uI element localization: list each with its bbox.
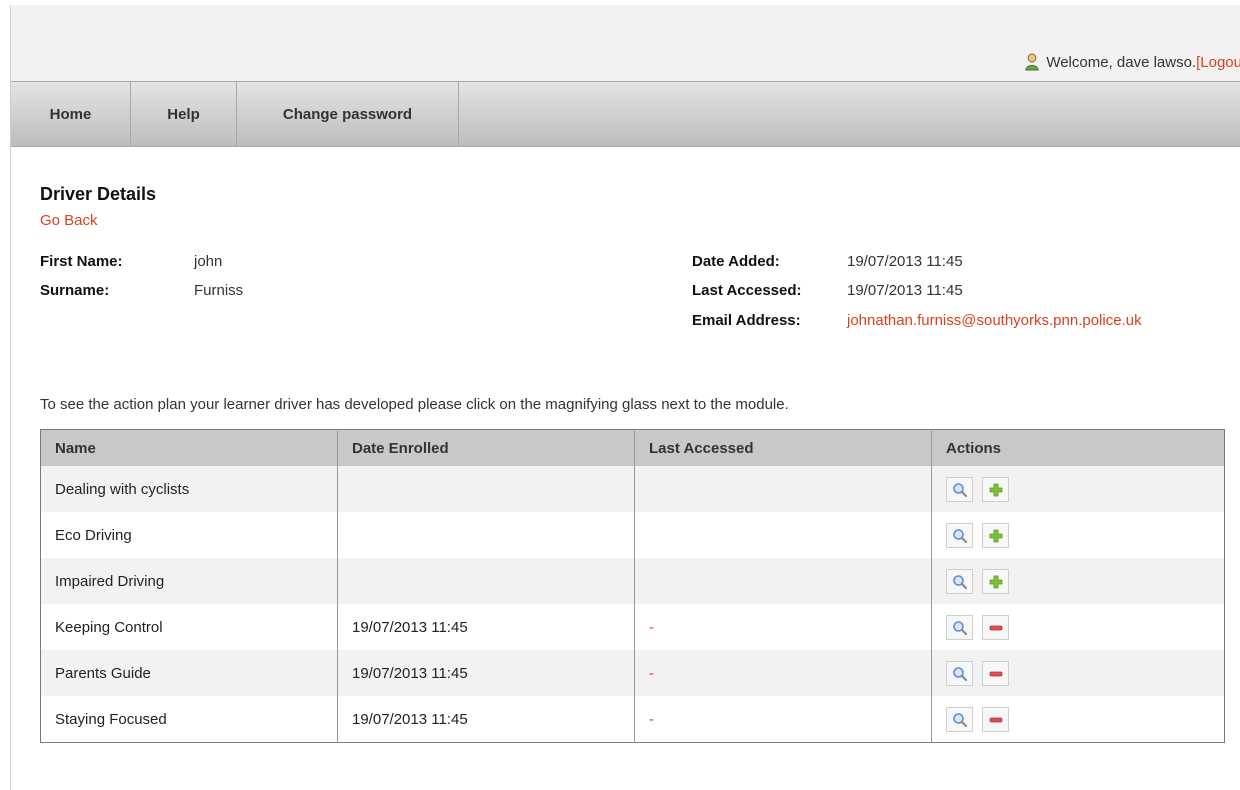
last-accessed-value-wrap: 19/07/2013 11:45 — [847, 282, 963, 299]
module-name-cell: Dealing with cyclists — [40, 466, 338, 512]
magnifying-glass-icon — [953, 574, 968, 589]
nav-change-password[interactable]: Change password — [237, 82, 459, 146]
email-label: Email Address: — [692, 312, 801, 329]
date-added-value: 19/07/2013 11:45 — [847, 253, 963, 270]
logout-link[interactable]: [Logou — [1196, 54, 1240, 71]
actions-cell — [931, 466, 1225, 512]
magnifying-glass-icon — [953, 666, 968, 681]
table-row: Impaired Driving — [40, 558, 1225, 604]
table-row: Keeping Control 19/07/2013 11:45- — [40, 604, 1225, 650]
first-name-value-wrap: john — [194, 253, 222, 270]
last-accessed-cell: - — [634, 604, 932, 650]
nav-home[interactable]: Home — [11, 82, 131, 146]
welcome-area: Welcome, dave lawso. [Logou — [1024, 53, 1240, 71]
first-name-label: First Name: — [40, 253, 123, 270]
module-name-cell: Parents Guide — [40, 650, 338, 696]
view-plan-button[interactable] — [946, 660, 973, 686]
surname-value: Furniss — [194, 282, 244, 299]
email-field: Email Address: — [692, 312, 801, 329]
nav-help[interactable]: Help — [131, 82, 237, 146]
last-accessed-cell — [634, 512, 932, 558]
date-enrolled-cell: 19/07/2013 11:45 — [337, 604, 635, 650]
plus-icon — [989, 529, 1003, 542]
view-plan-button[interactable] — [946, 522, 973, 548]
date-enrolled-cell: 19/07/2013 11:45 — [337, 650, 635, 696]
table-row: Parents Guide 19/07/2013 11:45- — [40, 650, 1225, 696]
date-added-field: Date Added: — [692, 253, 780, 270]
module-name-cell: Keeping Control — [40, 604, 338, 650]
email-value-wrap: johnathan.furniss@southyorks.pnn.police.… — [847, 312, 1142, 329]
table-header-row: Name Date Enrolled Last Accessed Actions — [40, 429, 1225, 466]
enrol-module-button[interactable] — [982, 522, 1009, 548]
remove-module-button[interactable] — [982, 706, 1009, 732]
last-accessed-cell — [634, 466, 932, 512]
email-link[interactable]: johnathan.furniss@southyorks.pnn.police.… — [847, 312, 1142, 329]
table-row: Dealing with cyclists — [40, 466, 1225, 512]
date-enrolled-cell — [337, 558, 635, 604]
col-accessed-header: Last Accessed — [634, 429, 932, 466]
view-plan-button[interactable] — [946, 614, 973, 640]
col-actions-header: Actions — [931, 429, 1225, 466]
view-plan-button[interactable] — [946, 476, 973, 502]
page-frame: Welcome, dave lawso. [Logou Home Help Ch… — [10, 5, 1240, 790]
module-name-cell: Eco Driving — [40, 512, 338, 558]
col-name-header: Name — [40, 429, 338, 466]
remove-module-button[interactable] — [982, 614, 1009, 640]
date-enrolled-cell — [337, 512, 635, 558]
table-body: Dealing with cyclists Eco Driving Impaired… — [40, 466, 1225, 743]
welcome-text: Welcome, dave lawso. — [1046, 53, 1197, 71]
table-row: Eco Driving — [40, 512, 1225, 558]
modules-table: Name Date Enrolled Last Accessed Actions… — [40, 429, 1225, 743]
minus-icon — [989, 671, 1003, 676]
plus-icon — [989, 575, 1003, 588]
instructions-text: To see the action plan your learner driv… — [40, 396, 789, 413]
module-name-cell: Impaired Driving — [40, 558, 338, 604]
main-nav: Home Help Change password — [11, 81, 1240, 147]
enrol-module-button[interactable] — [982, 568, 1009, 594]
col-enrolled-header: Date Enrolled — [337, 429, 635, 466]
magnifying-glass-icon — [953, 528, 968, 543]
minus-icon — [989, 625, 1003, 630]
date-added-value-wrap: 19/07/2013 11:45 — [847, 253, 963, 270]
surname-field: Surname: — [40, 282, 109, 299]
remove-module-button[interactable] — [982, 660, 1009, 686]
page-title: Driver Details — [40, 184, 157, 204]
last-accessed-value: 19/07/2013 11:45 — [847, 282, 963, 299]
last-accessed-cell — [634, 558, 932, 604]
actions-cell — [931, 604, 1225, 650]
last-accessed-cell: - — [634, 650, 932, 696]
last-accessed-cell: - — [634, 696, 932, 743]
top-bar: Welcome, dave lawso. [Logou — [11, 5, 1240, 81]
magnifying-glass-icon — [953, 620, 968, 635]
last-accessed-label: Last Accessed: — [692, 282, 802, 299]
actions-cell — [931, 558, 1225, 604]
date-added-label: Date Added: — [692, 253, 780, 270]
last-accessed-field: Last Accessed: — [692, 282, 802, 299]
actions-cell — [931, 696, 1225, 743]
date-enrolled-cell — [337, 466, 635, 512]
first-name-value: john — [194, 253, 223, 270]
actions-cell — [931, 512, 1225, 558]
minus-icon — [989, 717, 1003, 722]
user-icon — [1025, 53, 1039, 71]
go-back-link[interactable]: Go Back — [40, 212, 98, 229]
date-enrolled-cell: 19/07/2013 11:45 — [337, 696, 635, 743]
module-name-cell: Staying Focused — [40, 696, 338, 743]
table-row: Staying Focused 19/07/2013 11:45- — [40, 696, 1225, 743]
surname-label: Surname: — [40, 282, 110, 299]
magnifying-glass-icon — [953, 712, 968, 727]
enrol-module-button[interactable] — [982, 476, 1009, 502]
view-plan-button[interactable] — [946, 706, 973, 732]
magnifying-glass-icon — [953, 482, 968, 497]
first-name-field: First Name: — [40, 253, 123, 270]
surname-value-wrap: Furniss — [194, 282, 243, 299]
plus-icon — [989, 483, 1003, 496]
view-plan-button[interactable] — [946, 568, 973, 594]
actions-cell — [931, 650, 1225, 696]
